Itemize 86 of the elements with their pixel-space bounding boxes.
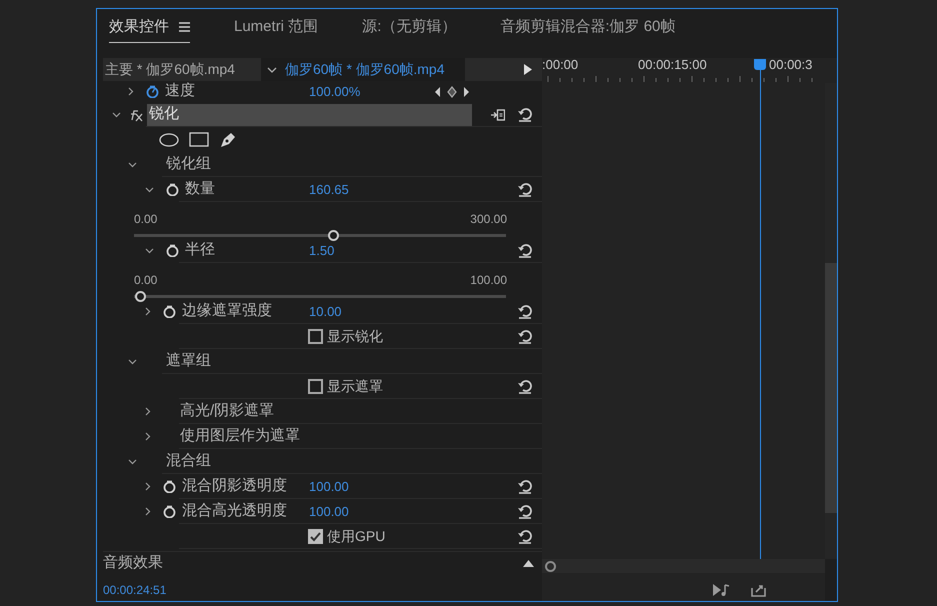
section-title[interactable]: 音频效果: [103, 552, 523, 575]
reset-icon[interactable]: [517, 479, 532, 494]
collapse-icon[interactable]: [523, 560, 534, 567]
stopwatch-icon[interactable]: [163, 480, 176, 493]
effect-name[interactable]: 锐化: [147, 104, 472, 126]
group-label: 使用图层作为遮罩: [180, 426, 300, 446]
param-label: 速度: [165, 81, 195, 102]
panel-tab[interactable]: 音频剪辑混合器:伽罗 60帧: [500, 16, 676, 43]
add-keyframe-icon[interactable]: [447, 86, 457, 98]
param-value[interactable]: 100.00: [309, 502, 349, 522]
chevron-right-icon[interactable]: [145, 432, 151, 441]
fx-icon: [129, 108, 143, 122]
ellipse-mask-icon[interactable]: [159, 132, 179, 146]
chevron-right-icon[interactable]: [128, 87, 134, 96]
range-min: 0.00: [134, 211, 158, 228]
rectangle-mask-icon[interactable]: [189, 132, 209, 147]
range-min: 0.00: [134, 272, 158, 289]
stopwatch-icon[interactable]: [163, 505, 176, 518]
reset-icon[interactable]: [517, 107, 532, 122]
current-time[interactable]: 00:00:24:51: [103, 581, 166, 599]
checkbox[interactable]: [308, 329, 323, 344]
panel-tab[interactable]: Lumetri 范围: [234, 16, 318, 43]
reset-icon[interactable]: [517, 243, 532, 258]
param-value[interactable]: 10.00: [309, 302, 342, 322]
scrollbar-handle[interactable]: [545, 560, 556, 572]
chevron-right-icon[interactable]: [145, 482, 151, 491]
chevron-down-icon: [267, 66, 277, 72]
checkbox-label: 使用GPU: [327, 527, 386, 546]
pin-to-clip-icon[interactable]: [491, 108, 505, 120]
param-value[interactable]: 1.50: [309, 240, 334, 260]
param-value[interactable]: 160.65: [309, 180, 349, 200]
menu-icon[interactable]: [179, 22, 190, 32]
reset-icon[interactable]: [517, 329, 532, 344]
slider-thumb[interactable]: [134, 291, 146, 302]
group-label: 锐化组: [166, 154, 211, 174]
time-label: :00:00: [542, 56, 580, 74]
chevron-down-icon[interactable]: [112, 112, 121, 118]
export-icon[interactable]: [751, 583, 767, 597]
stopwatch-icon[interactable]: [146, 85, 159, 98]
chevron-down-icon[interactable]: [128, 458, 137, 464]
stopwatch-icon[interactable]: [166, 183, 179, 196]
param-label: 混合阴影透明度: [182, 476, 287, 496]
master-clip-label: 主要 * 伽罗60帧.mp4: [104, 60, 236, 79]
playhead[interactable]: [754, 59, 766, 559]
checkbox-label: 显示遮罩: [327, 377, 383, 396]
time-label: 00:00:3: [769, 56, 814, 74]
stopwatch-icon[interactable]: [163, 305, 176, 318]
reset-icon[interactable]: [517, 504, 532, 519]
check-icon: [310, 532, 321, 542]
sequence-clip-dropdown[interactable]: 伽罗60帧 * 伽罗60帧.mp4: [261, 58, 464, 81]
reset-icon[interactable]: [517, 182, 532, 197]
chevron-down-icon[interactable]: [145, 248, 154, 254]
time-label: 00:00:15:00: [638, 56, 708, 74]
stopwatch-icon[interactable]: [166, 244, 179, 257]
checkbox-label: 显示锐化: [327, 327, 383, 346]
reset-icon[interactable]: [517, 529, 532, 544]
reset-icon[interactable]: [517, 379, 532, 394]
range-max: 100.00: [470, 272, 507, 289]
chevron-down-icon[interactable]: [128, 358, 137, 364]
panel-tab[interactable]: 源:（无剪辑）: [362, 16, 456, 43]
chevron-right-icon[interactable]: [145, 507, 151, 516]
checkbox[interactable]: [308, 529, 323, 544]
checkbox[interactable]: [308, 379, 323, 394]
group-label: 高光/阴影遮罩: [180, 401, 274, 422]
group-label: 混合组: [166, 451, 211, 472]
param-label: 半径: [185, 240, 215, 260]
param-value[interactable]: 100.00%: [309, 82, 360, 102]
chevron-right-icon[interactable]: [145, 407, 151, 416]
chevron-down-icon[interactable]: [128, 162, 137, 168]
next-keyframe-icon[interactable]: [463, 86, 470, 98]
param-label: 数量: [185, 179, 215, 200]
range-max: 300.00: [470, 211, 507, 228]
vertical-scrollbar[interactable]: [825, 83, 837, 559]
param-label: 边缘遮罩强度: [182, 301, 272, 322]
group-label: 遮罩组: [166, 351, 211, 372]
pen-icon[interactable]: [219, 131, 236, 148]
slider-thumb[interactable]: [328, 230, 340, 241]
previous-keyframe-icon[interactable]: [434, 86, 441, 98]
param-label: 混合高光透明度: [182, 501, 287, 522]
param-value[interactable]: 100.00: [309, 476, 349, 496]
play-icon[interactable]: [524, 64, 532, 75]
audio-play-icon[interactable]: [713, 583, 731, 597]
reset-icon[interactable]: [517, 304, 532, 319]
panel-tab[interactable]: 效果控件: [109, 16, 190, 43]
chevron-down-icon[interactable]: [145, 186, 154, 192]
chevron-right-icon[interactable]: [145, 307, 151, 316]
